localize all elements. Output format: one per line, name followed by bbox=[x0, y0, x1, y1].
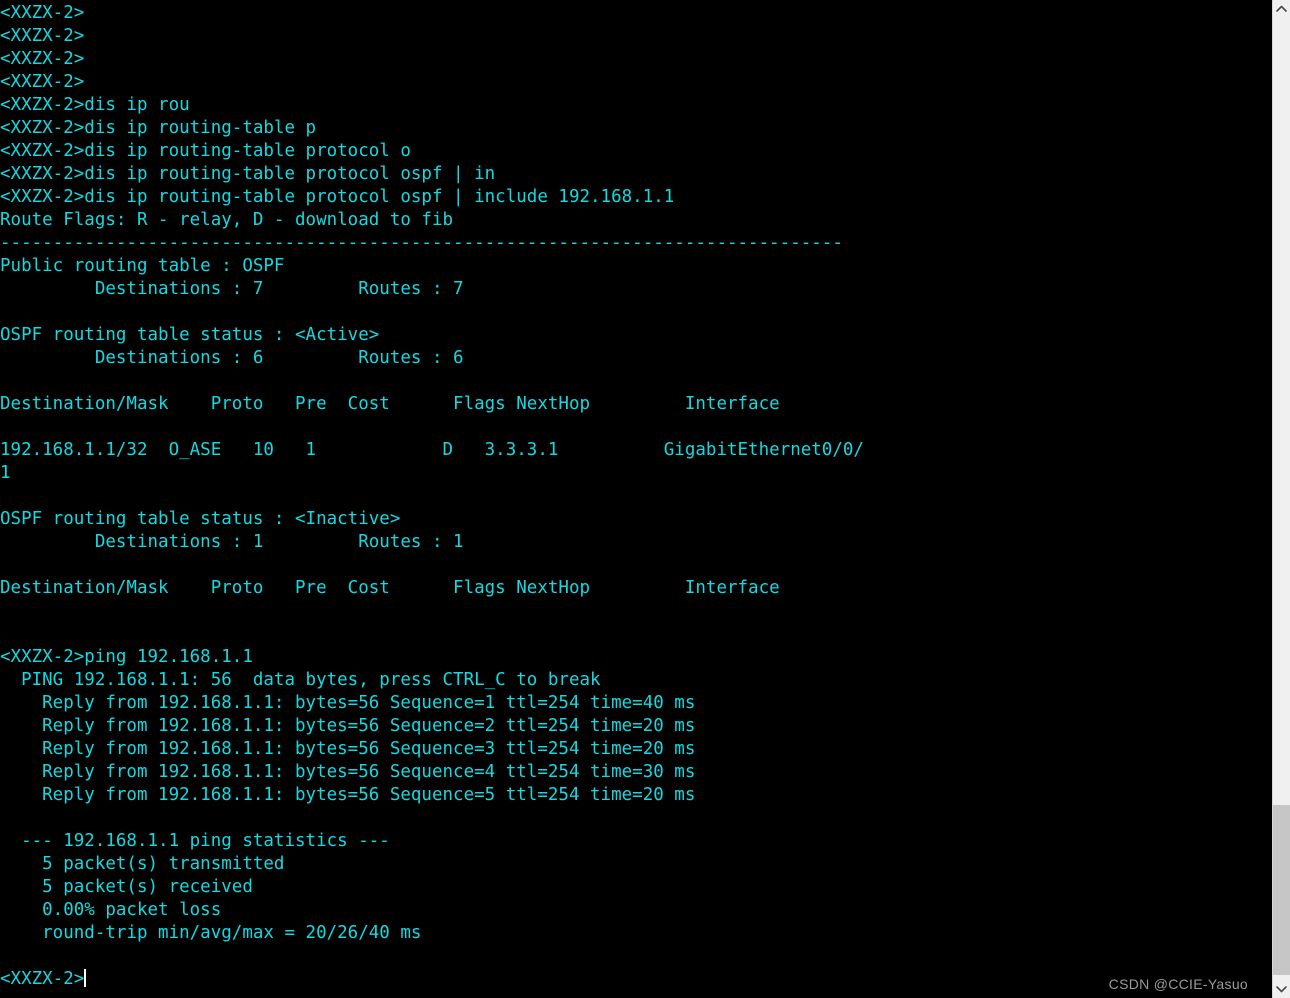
console-line: Reply from 192.168.1.1: bytes=56 Sequenc… bbox=[0, 693, 696, 713]
watermark: CSDN @CCIE-Yasuo bbox=[1108, 976, 1248, 992]
scrollbar-thumb[interactable] bbox=[1273, 805, 1290, 975]
console-line: 5 packet(s) received bbox=[0, 877, 253, 897]
console-line: <XXZX-2> bbox=[0, 3, 85, 23]
console-line: <XXZX-2>dis ip routing-table p bbox=[0, 118, 317, 138]
terminal-output-area[interactable]: <XXZX-2> <XXZX-2> <XXZX-2> <XXZX-2> <XXZX-2>… bbox=[0, 0, 1272, 998]
console-lines: <XXZX-2> <XXZX-2> <XXZX-2> <XXZX-2> <XXZX-2>… bbox=[0, 2, 1272, 991]
scroll-up-button[interactable] bbox=[1273, 0, 1290, 18]
text-cursor bbox=[84, 969, 87, 987]
prompt-label: <XXZX-2> bbox=[0, 969, 85, 989]
console-line: 192.168.1.1/32 O_ASE 10 1 D 3.3.3.1 Giga… bbox=[0, 440, 864, 460]
console-prompt-line[interactable]: <XXZX-2> bbox=[0, 968, 1272, 991]
chevron-up-icon bbox=[1276, 5, 1287, 13]
console-line: Destinations : 1 Routes : 1 bbox=[0, 532, 464, 552]
console-line: Reply from 192.168.1.1: bytes=56 Sequenc… bbox=[0, 716, 696, 736]
console-line: Reply from 192.168.1.1: bytes=56 Sequenc… bbox=[0, 785, 696, 805]
console-line: Route Flags: R - relay, D - download to … bbox=[0, 210, 454, 230]
terminal-window: <XXZX-2> <XXZX-2> <XXZX-2> <XXZX-2> <XXZX-2>… bbox=[0, 0, 1290, 998]
console-line: Destinations : 6 Routes : 6 bbox=[0, 348, 464, 368]
console-line: <XXZX-2>dis ip rou bbox=[0, 95, 190, 115]
vertical-scrollbar[interactable] bbox=[1272, 0, 1290, 998]
console-line: Destination/Mask Proto Pre Cost Flags Ne… bbox=[0, 578, 780, 598]
console-line: <XXZX-2>dis ip routing-table protocol os… bbox=[0, 164, 496, 184]
console-line: OSPF routing table status : <Inactive> bbox=[0, 509, 401, 529]
console-line: Destinations : 7 Routes : 7 bbox=[0, 279, 464, 299]
console-line: Destination/Mask Proto Pre Cost Flags Ne… bbox=[0, 394, 780, 414]
console-line: <XXZX-2> bbox=[0, 49, 85, 69]
console-line: <XXZX-2> bbox=[0, 72, 85, 92]
console-line: 1 bbox=[0, 463, 11, 483]
console-line: <XXZX-2>dis ip routing-table protocol os… bbox=[0, 187, 675, 207]
console-line: <XXZX-2>ping 192.168.1.1 bbox=[0, 647, 253, 667]
console-line: 0.00% packet loss bbox=[0, 900, 222, 920]
console-line: OSPF routing table status : <Active> bbox=[0, 325, 380, 345]
console-line: Public routing table : OSPF bbox=[0, 256, 285, 276]
scroll-down-button[interactable] bbox=[1273, 980, 1290, 998]
console-line: round-trip min/avg/max = 20/26/40 ms bbox=[0, 923, 422, 943]
console-line: Reply from 192.168.1.1: bytes=56 Sequenc… bbox=[0, 739, 696, 759]
console-line: 5 packet(s) transmitted bbox=[0, 854, 285, 874]
console-line: PING 192.168.1.1: 56 data bytes, press C… bbox=[0, 670, 601, 690]
chevron-down-icon bbox=[1276, 985, 1287, 993]
scrollbar-track[interactable] bbox=[1273, 18, 1290, 980]
console-line: <XXZX-2> bbox=[0, 26, 85, 46]
console-line: --- 192.168.1.1 ping statistics --- bbox=[0, 831, 390, 851]
console-line: ----------------------------------------… bbox=[0, 233, 843, 253]
console-line: Reply from 192.168.1.1: bytes=56 Sequenc… bbox=[0, 762, 696, 782]
console-line: <XXZX-2>dis ip routing-table protocol o bbox=[0, 141, 411, 161]
